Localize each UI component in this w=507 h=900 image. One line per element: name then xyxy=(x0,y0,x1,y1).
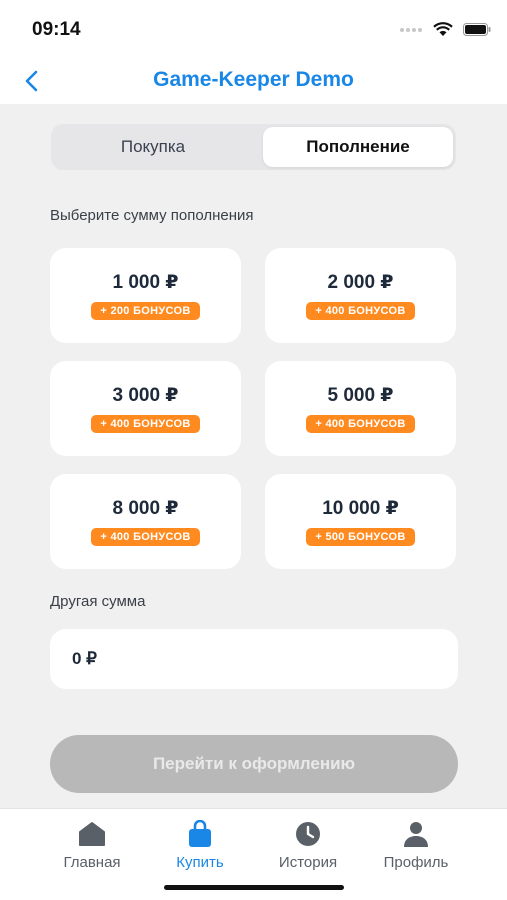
tab-profile[interactable]: Профиль xyxy=(361,819,471,871)
amount-value: 5 000 ₽ xyxy=(327,385,394,406)
checkout-button[interactable]: Перейти к оформлению xyxy=(50,735,458,793)
amount-value: 8 000 ₽ xyxy=(112,498,179,519)
amount-card[interactable]: 10 000 ₽ + 500 БОНУСОВ xyxy=(265,474,456,569)
tab-history[interactable]: История xyxy=(253,819,363,871)
home-icon xyxy=(77,819,107,849)
page-title: Game-Keeper Demo xyxy=(153,68,354,91)
signal-icon xyxy=(400,27,422,32)
clock-icon xyxy=(293,819,323,849)
person-icon xyxy=(401,819,431,849)
amount-value: 2 000 ₽ xyxy=(327,272,394,293)
battery-icon xyxy=(463,23,491,36)
status-time: 09:14 xyxy=(32,19,81,40)
status-bar: 09:14 xyxy=(0,0,507,58)
tab-buy[interactable]: Купить xyxy=(145,819,255,871)
bonus-badge: + 400 БОНУСОВ xyxy=(91,528,200,546)
other-amount-label: Другая сумма xyxy=(50,593,146,610)
bonus-badge: + 400 БОНУСОВ xyxy=(306,302,415,320)
segment-purchase[interactable]: Покупка xyxy=(54,127,252,167)
amount-card[interactable]: 2 000 ₽ + 400 БОНУСОВ xyxy=(265,248,456,343)
amount-value: 3 000 ₽ xyxy=(112,385,179,406)
amount-value: 1 000 ₽ xyxy=(112,272,179,293)
nav-bar: Game-Keeper Demo xyxy=(0,58,507,104)
bonus-badge: + 400 БОНУСОВ xyxy=(91,415,200,433)
amount-card[interactable]: 1 000 ₽ + 200 БОНУСОВ xyxy=(50,248,241,343)
tab-label: Профиль xyxy=(383,854,449,871)
segmented-control: Покупка Пополнение xyxy=(51,124,456,170)
segment-top-up[interactable]: Пополнение xyxy=(263,127,453,167)
tab-label: Купить xyxy=(176,854,224,871)
bonus-badge: + 200 БОНУСОВ xyxy=(91,302,200,320)
shopping-bag-icon xyxy=(185,819,215,849)
home-indicator xyxy=(164,885,344,890)
bonus-badge: + 400 БОНУСОВ xyxy=(306,415,415,433)
wifi-icon xyxy=(433,22,453,36)
tab-home[interactable]: Главная xyxy=(37,819,147,871)
amount-card[interactable]: 8 000 ₽ + 400 БОНУСОВ xyxy=(50,474,241,569)
choose-amount-label: Выберите сумму пополнения xyxy=(50,207,254,224)
custom-amount-input[interactable] xyxy=(50,629,458,689)
tab-label: Главная xyxy=(63,854,121,871)
tab-label: История xyxy=(278,854,338,871)
bonus-badge: + 500 БОНУСОВ xyxy=(306,528,415,546)
amount-card[interactable]: 5 000 ₽ + 400 БОНУСОВ xyxy=(265,361,456,456)
amount-value: 10 000 ₽ xyxy=(322,498,399,519)
amount-card[interactable]: 3 000 ₽ + 400 БОНУСОВ xyxy=(50,361,241,456)
status-icons xyxy=(399,22,491,37)
